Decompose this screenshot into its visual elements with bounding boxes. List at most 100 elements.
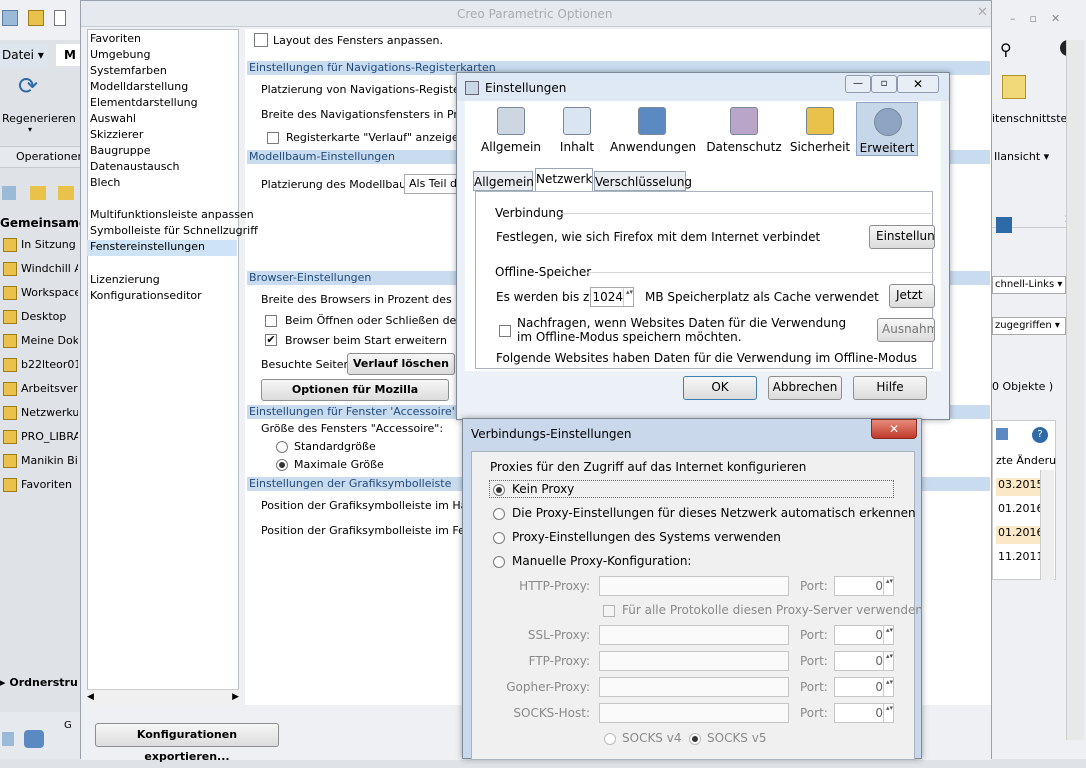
folder-item[interactable]: Manikin Bibli <box>0 449 78 473</box>
browser-expand-checkbox[interactable]: ✔ <box>265 333 277 346</box>
folder-item[interactable]: b22lteor012 <box>0 353 78 377</box>
right-ansicht[interactable]: Ilansicht ▾ <box>994 150 1049 163</box>
port-input-ftp[interactable]: 0 <box>834 651 894 671</box>
radio-no-proxy[interactable] <box>493 483 505 496</box>
proxy-host-http[interactable] <box>599 576 789 596</box>
radio-auto-detect[interactable] <box>493 507 505 520</box>
proxy-host-socks[interactable] <box>599 703 789 723</box>
nav-item[interactable]: Systemfarben <box>90 64 167 77</box>
export-config-button[interactable]: Konfigurationen exportieren... <box>95 723 279 763</box>
folder-icons[interactable] <box>58 186 74 200</box>
conn-close-button[interactable]: ✕ <box>871 419 917 439</box>
folder-item[interactable]: Favoriten <box>0 473 78 497</box>
nav-item[interactable]: Baugruppe <box>90 144 150 157</box>
close-button[interactable]: ✕ <box>897 75 939 93</box>
cancel-button[interactable]: Abbrechen <box>768 376 842 400</box>
mozilla-options-button[interactable]: Optionen für Mozilla Browser... <box>261 379 449 416</box>
schnell-links-dropdown[interactable]: chnell-Links ▾ <box>992 276 1066 294</box>
radio-manual[interactable] <box>493 555 505 568</box>
new-file-icon[interactable] <box>54 10 66 26</box>
nav-item[interactable]: Skizzierer <box>90 128 143 141</box>
folder-item[interactable]: Desktop <box>0 305 78 329</box>
m-tab[interactable]: M <box>56 44 80 66</box>
help-button[interactable]: Hilfe <box>853 376 927 400</box>
proxy-host-gopher[interactable] <box>599 677 789 697</box>
nav-item[interactable]: Elementdarstellung <box>90 96 198 109</box>
operationen-group[interactable]: Operationen <box>0 146 84 168</box>
maximize-button[interactable]: ▫ <box>871 75 897 93</box>
schnittstelle-icon[interactable] <box>1002 75 1026 99</box>
nav-item[interactable]: Modelldarstellung <box>90 80 188 93</box>
ff-tab-allgemein[interactable]: Allgemein <box>466 102 556 156</box>
folder-icons[interactable] <box>2 186 16 200</box>
port-input-ssl[interactable]: 0 <box>834 625 894 645</box>
window-controls[interactable]: –▫✕ <box>1010 12 1074 25</box>
std-size-radio[interactable] <box>276 440 288 453</box>
right-scrollbar[interactable] <box>1040 470 1054 580</box>
nav-item[interactable]: Konfigurationseditor <box>90 289 202 302</box>
nav-item[interactable]: Umgebung <box>90 48 150 61</box>
creo-ribbon-icons[interactable] <box>2 10 18 26</box>
proxy-host-ftp[interactable] <box>599 651 789 671</box>
nav-item[interactable]: Lizenzierung <box>90 273 160 286</box>
ff-subtab[interactable]: Verschlüsselung <box>594 171 692 191</box>
clear-now-button[interactable]: Jetzt lee <box>889 284 935 308</box>
folder-item[interactable]: Meine Doku <box>0 329 78 353</box>
nav-item[interactable]: Fenstereinstellungen <box>87 240 237 256</box>
folder-item[interactable]: Windchill Ab <box>0 257 78 281</box>
radio-system[interactable] <box>493 531 505 544</box>
ff-tab-erweitert[interactable]: Erweitert <box>856 102 918 156</box>
port-input-socks[interactable]: 0 <box>834 703 894 723</box>
folder-icons[interactable] <box>30 186 46 200</box>
ff-subtab[interactable]: Allgemein <box>473 171 534 191</box>
folder-item[interactable]: Workspace <box>0 281 78 305</box>
help-blue-icon[interactable]: ? <box>1032 427 1048 443</box>
layout-checkbox[interactable] <box>254 33 268 47</box>
regenerate-icon[interactable]: ⟳ <box>18 72 46 100</box>
minimize-button[interactable]: — <box>845 75 871 93</box>
ff-tab-datenschutz[interactable]: Datenschutz <box>704 102 784 156</box>
folder-item[interactable]: Netzwerkum <box>0 401 78 425</box>
socks5-radio[interactable] <box>689 732 701 745</box>
exceptions-button[interactable]: Ausnahm <box>877 318 935 342</box>
datei-tab[interactable]: Datei ▾ <box>0 44 48 66</box>
proxy-host-ssl[interactable] <box>599 625 789 645</box>
max-size-radio[interactable] <box>276 458 288 471</box>
options-close-icon[interactable]: ✕ <box>977 5 988 20</box>
folder-item[interactable]: Arbeitsverz <box>0 377 78 401</box>
port-input-http[interactable]: 0 <box>834 576 894 596</box>
folder-item[interactable]: In Sitzung <box>0 233 78 257</box>
ff-subtab[interactable]: Netzwerk <box>535 168 593 191</box>
nav-item[interactable]: Favoriten <box>90 32 141 45</box>
connection-settings-button[interactable]: Einstellung <box>869 225 935 249</box>
nav-scroll[interactable]: ◀ ▶ <box>87 689 239 705</box>
tree-placement-select[interactable]: Als Teil de <box>404 174 458 194</box>
ff-tab-inhalt[interactable]: Inhalt <box>556 102 598 156</box>
ok-button[interactable]: OK <box>683 376 757 400</box>
nav-item[interactable]: Auswahl <box>90 112 136 125</box>
save-icon[interactable] <box>996 217 1012 233</box>
cache-size-input[interactable]: 1024 <box>590 287 634 307</box>
regenerate-arrow-icon[interactable]: ▾ <box>28 125 32 134</box>
nav-item[interactable]: Multifunktionsleiste anpassen <box>90 208 254 221</box>
ff-tab-sicherheit[interactable]: Sicherheit <box>788 102 852 156</box>
nav-item[interactable]: Blech <box>90 176 120 189</box>
clear-history-button[interactable]: Verlauf löschen <box>347 353 455 375</box>
all-protocols-checkbox[interactable] <box>603 604 615 617</box>
creo-ribbon-icons[interactable] <box>28 10 44 26</box>
right-scroll-main[interactable] <box>1066 40 1084 740</box>
nav-item[interactable]: Datenaustausch <box>90 160 179 173</box>
bottom-icons[interactable] <box>24 730 44 748</box>
ask-offline-checkbox[interactable] <box>499 324 511 337</box>
browser-open-checkbox[interactable] <box>265 314 277 327</box>
view-icon[interactable] <box>996 428 1008 440</box>
zugegriffen-dropdown[interactable]: zugegriffen ▾ <box>992 317 1066 335</box>
search-icon[interactable]: ⚲ <box>1000 40 1012 59</box>
folder-item[interactable]: PRO_LIBRA <box>0 425 78 449</box>
nav-item[interactable]: Symbolleiste für Schnellzugriff <box>90 224 258 237</box>
ff-tab-anwendungen[interactable]: Anwendungen <box>610 102 696 156</box>
socks4-radio[interactable] <box>604 732 616 745</box>
verlauf-checkbox[interactable] <box>267 131 279 144</box>
bottom-icons[interactable] <box>2 732 14 746</box>
port-input-gopher[interactable]: 0 <box>834 677 894 697</box>
